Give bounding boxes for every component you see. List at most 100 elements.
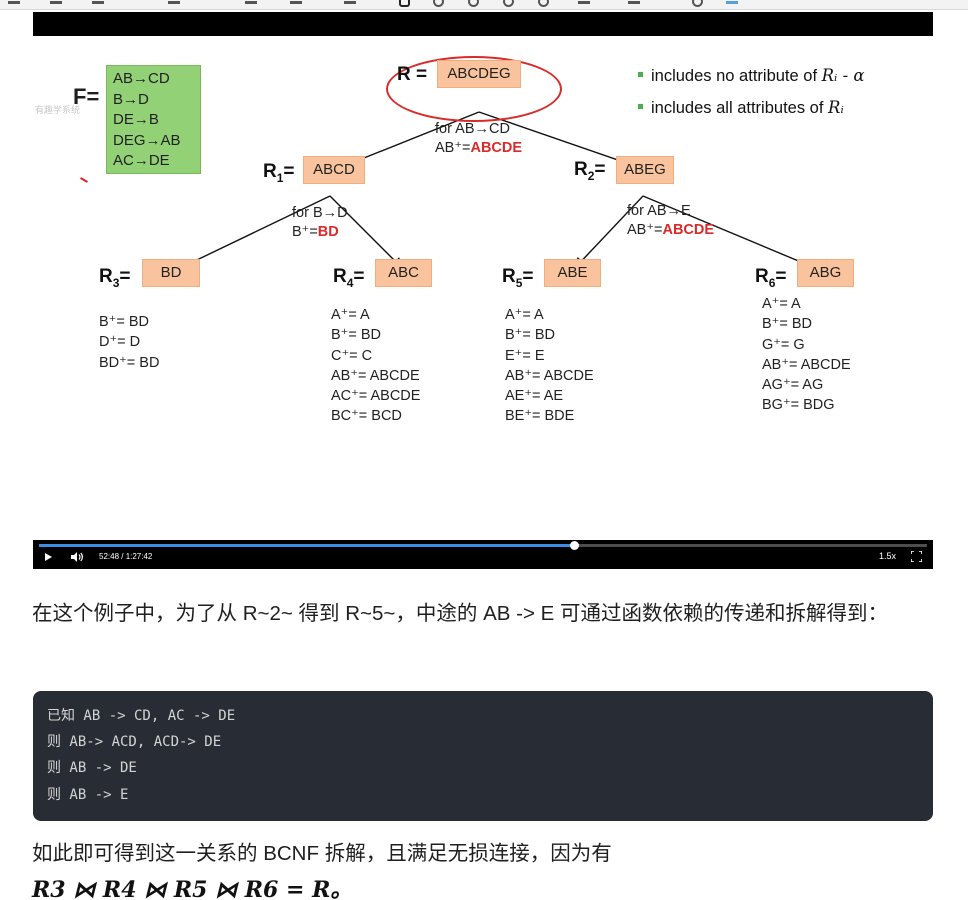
- article-paragraph-1: 在这个例子中，为了从 R~2~ 得到 R~5~，中途的 AB -> E 可通过函…: [32, 602, 888, 625]
- closure-line: C⁺= C: [331, 347, 373, 364]
- note-r1: for B→D B⁺=BD: [292, 204, 348, 242]
- article-paragraph-2: 如此即可得到这一关系的 BCNF 拆解，且满足无损连接，因为有: [32, 842, 612, 865]
- bullet-icon: [638, 104, 643, 110]
- closure-line: B⁺= BD: [505, 327, 555, 344]
- progress-handle[interactable]: [569, 541, 579, 550]
- playback-speed-button[interactable]: 1.5x: [879, 551, 896, 561]
- closure-result: BD: [317, 224, 339, 240]
- r2-relation: ABEG: [616, 156, 674, 184]
- rel-name: R: [333, 266, 347, 287]
- r2-label: R2=: [574, 159, 606, 183]
- image-icon[interactable]: [628, 1, 640, 4]
- rel-name: R: [99, 266, 113, 287]
- settings-icon[interactable]: [692, 0, 703, 7]
- extension-icon[interactable]: [726, 1, 738, 4]
- legend-text: includes all attributes of: [651, 99, 829, 117]
- fd-item: AC→DE: [113, 152, 170, 169]
- rel-eq: =: [775, 266, 787, 287]
- note-condition: for AB→CD: [435, 121, 510, 137]
- progress-fill: [39, 544, 574, 547]
- closure-result: ABCDE: [662, 222, 715, 238]
- help-icon[interactable]: [468, 0, 479, 7]
- legend-line-2: includes all attributes of Rᵢ: [638, 98, 844, 118]
- closure-line: B⁺= BD: [99, 314, 149, 330]
- code-line: 则 AB -> E: [47, 786, 129, 803]
- rel-name: R: [755, 266, 769, 287]
- r3-relation: BD: [142, 259, 200, 287]
- help-icon[interactable]: [503, 0, 514, 7]
- play-icon[interactable]: [45, 553, 52, 561]
- closure-line: AC⁺= ABCDE: [331, 388, 421, 405]
- fd-item: DE→B: [113, 111, 159, 128]
- rel-name: R: [263, 161, 277, 182]
- toolbar-dash-icon[interactable]: [344, 1, 356, 4]
- rel-eq: =: [283, 161, 295, 182]
- closure-prefix: AB⁺=: [627, 222, 663, 238]
- fd-set-box: AB→CD B→D DE→B DEG→AB AC→DE: [106, 65, 201, 174]
- closures-r4: A⁺= A B⁺= BD C⁺= C AB⁺= ABCDE AC⁺= ABCDE…: [331, 305, 420, 427]
- r1-label: R1=: [263, 161, 295, 185]
- legend-math: Rᵢ - α: [821, 66, 865, 85]
- code-line: 已知 AB -> CD, AC -> DE: [47, 708, 236, 724]
- closure-line: B⁺= BD: [762, 316, 812, 333]
- progress-bar[interactable]: [39, 541, 927, 550]
- bullet-icon: [638, 72, 643, 78]
- root-relation: ABCDEG: [437, 60, 521, 88]
- time-display: 52:48 / 1:27:42: [99, 552, 153, 561]
- menu-icon[interactable]: [8, 1, 20, 4]
- closure-line: AG⁺= AG: [762, 377, 824, 394]
- closure-line: B⁺= BD: [331, 327, 381, 344]
- legend-text: includes no attribute of: [651, 67, 822, 85]
- code-block-icon[interactable]: [399, 0, 410, 7]
- closure-result: ABCDE: [470, 140, 523, 156]
- rel-name: R: [574, 159, 588, 180]
- toolbar-dash-icon[interactable]: [50, 1, 62, 4]
- closures-r3: B⁺= BD D⁺= D BD⁺= BD: [99, 312, 159, 373]
- r1-relation: ABCD: [303, 156, 365, 184]
- root-label: R =: [397, 64, 428, 85]
- join-equation: R3 ⋈ R4 ⋈ R5 ⋈ R6 = R。: [32, 877, 353, 900]
- note-closure: AB⁺=ABCDE: [435, 139, 522, 158]
- browser-toolbar: [0, 0, 968, 10]
- legend-math: Rᵢ: [828, 98, 844, 117]
- closure-line: AB⁺= ABCDE: [331, 367, 420, 384]
- video-player[interactable]: F= AB→CD B→D DE→B DEG→AB AC→DE 有趣学系统 inc…: [33, 12, 933, 569]
- rel-name: R: [502, 266, 516, 287]
- r5-relation: ABE: [544, 259, 601, 287]
- closure-line: AB⁺= ABCDE: [762, 356, 851, 373]
- fullscreen-icon[interactable]: [911, 551, 922, 562]
- r6-relation: ABG: [797, 259, 854, 287]
- fd-item: B→D: [113, 90, 149, 108]
- closure-line: BC⁺= BCD: [331, 408, 402, 425]
- legend-line-1: includes no attribute of Rᵢ - α: [638, 66, 865, 86]
- closure-line: D⁺= D: [99, 334, 141, 351]
- lecture-slide: F= AB→CD B→D DE→B DEG→AB AC→DE 有趣学系统 inc…: [33, 36, 933, 552]
- closure-line: A⁺= A: [762, 296, 801, 312]
- toolbar-dash-icon[interactable]: [290, 1, 302, 4]
- help-icon[interactable]: [538, 0, 549, 7]
- watermark: 有趣学系统: [35, 105, 81, 115]
- note-condition: for AB→E: [627, 203, 691, 219]
- volume-icon[interactable]: [71, 552, 84, 562]
- note-condition: for B→D: [292, 205, 348, 221]
- toolbar-dash-icon[interactable]: [168, 1, 180, 4]
- rel-eq: =: [119, 266, 131, 287]
- r3-label: R3=: [99, 266, 131, 290]
- code-block: 已知 AB -> CD, AC -> DE 则 AB-> ACD, ACD-> …: [33, 691, 933, 821]
- closures-r5: A⁺= A B⁺= BD E⁺= E AB⁺= ABCDE AE⁺= AE BE…: [505, 305, 594, 427]
- toolbar-dash-icon[interactable]: [245, 1, 257, 4]
- closure-line: BE⁺= BDE: [505, 408, 575, 425]
- player-controls: 52:48 / 1:27:42 1.5x: [33, 540, 933, 569]
- help-icon[interactable]: [433, 0, 444, 7]
- fd-item: DEG→AB: [113, 131, 181, 149]
- toolbar-dash-icon[interactable]: [92, 1, 104, 4]
- closure-prefix: B⁺=: [292, 224, 318, 240]
- closure-line: BG⁺= BDG: [762, 397, 835, 414]
- toolbar-dash-icon[interactable]: [578, 1, 590, 4]
- closure-line: BD⁺= BD: [99, 354, 160, 371]
- closure-line: A⁺= A: [331, 307, 370, 323]
- r6-label: R6=: [755, 266, 787, 290]
- fd-item: AB→CD: [113, 70, 170, 87]
- closure-line: G⁺= G: [762, 336, 805, 353]
- closure-line: A⁺= A: [505, 307, 544, 323]
